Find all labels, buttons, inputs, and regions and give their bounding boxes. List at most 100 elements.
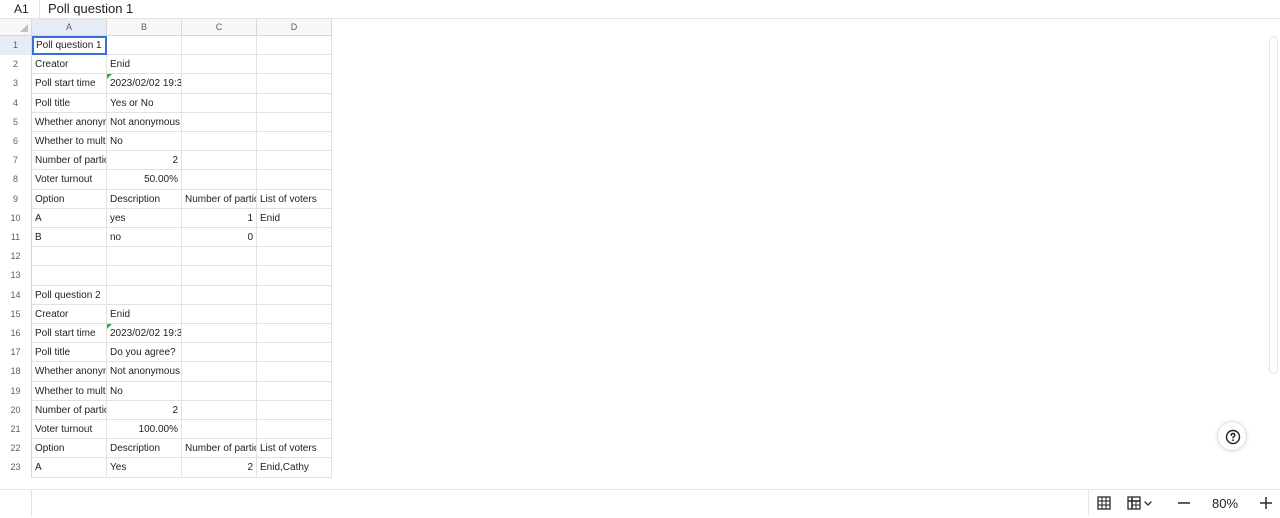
cell-c23[interactable]: 2: [182, 458, 257, 478]
cell-d2[interactable]: [257, 55, 332, 75]
cell-d15[interactable]: [257, 304, 332, 324]
cell-d17[interactable]: [257, 343, 332, 363]
cell-b15[interactable]: Enid: [107, 304, 182, 324]
cell-c8[interactable]: [182, 170, 257, 190]
row-header-7[interactable]: 7: [0, 151, 32, 171]
cell-c3[interactable]: [182, 74, 257, 94]
row-header-12[interactable]: 12: [0, 247, 32, 267]
cell-b22[interactable]: Description: [107, 439, 182, 459]
cell-d14[interactable]: [257, 285, 332, 305]
cell-d9[interactable]: List of voters: [257, 189, 332, 209]
row-header-17[interactable]: 17: [0, 343, 32, 363]
cell-a19[interactable]: Whether to multi: [32, 381, 107, 401]
cell-d6[interactable]: [257, 132, 332, 152]
cell-b3[interactable]: 2023/02/02 19:33:32: [107, 74, 182, 94]
cell-c19[interactable]: [182, 381, 257, 401]
row-header-11[interactable]: 11: [0, 228, 32, 248]
cell-a3[interactable]: Poll start time: [32, 74, 107, 94]
cell-a7[interactable]: Number of partic: [32, 151, 107, 171]
cell-d19[interactable]: [257, 381, 332, 401]
cell-a14[interactable]: Poll question 2: [32, 285, 107, 305]
cell-b11[interactable]: no: [107, 228, 182, 248]
column-header-b[interactable]: B: [107, 19, 182, 36]
cell-d5[interactable]: [257, 112, 332, 132]
help-button[interactable]: [1217, 421, 1247, 451]
cell-c17[interactable]: [182, 343, 257, 363]
cell-a4[interactable]: Poll title: [32, 93, 107, 113]
cell-d11[interactable]: [257, 228, 332, 248]
freeze-panes-icon[interactable]: [1127, 495, 1155, 511]
row-header-10[interactable]: 10: [0, 208, 32, 228]
cell-c18[interactable]: [182, 362, 257, 382]
cell-b9[interactable]: Description: [107, 189, 182, 209]
cell-c13[interactable]: [182, 266, 257, 286]
cell-a8[interactable]: Voter turnout: [32, 170, 107, 190]
cell-a9[interactable]: Option: [32, 189, 107, 209]
cell-d3[interactable]: [257, 74, 332, 94]
row-header-21[interactable]: 21: [0, 420, 32, 440]
cell-a18[interactable]: Whether anonym: [32, 362, 107, 382]
cell-a20[interactable]: Number of partic: [32, 400, 107, 420]
cell-b7[interactable]: 2: [107, 151, 182, 171]
row-header-9[interactable]: 9: [0, 189, 32, 209]
row-header-6[interactable]: 6: [0, 132, 32, 152]
name-box[interactable]: A1: [0, 0, 40, 18]
row-header-5[interactable]: 5: [0, 112, 32, 132]
cell-b19[interactable]: No: [107, 381, 182, 401]
select-all-corner[interactable]: [0, 19, 32, 36]
cell-d8[interactable]: [257, 170, 332, 190]
cell-d4[interactable]: [257, 93, 332, 113]
cell-d10[interactable]: Enid: [257, 208, 332, 228]
cell-c6[interactable]: [182, 132, 257, 152]
row-header-3[interactable]: 3: [0, 74, 32, 94]
zoom-level[interactable]: 80%: [1203, 490, 1247, 516]
row-header-2[interactable]: 2: [0, 55, 32, 75]
row-header-20[interactable]: 20: [0, 400, 32, 420]
cell-a13[interactable]: [32, 266, 107, 286]
cell-a22[interactable]: Option: [32, 439, 107, 459]
cell-b1[interactable]: [107, 36, 182, 56]
formula-input[interactable]: Poll question 1: [48, 0, 133, 18]
cell-b23[interactable]: Yes: [107, 458, 182, 478]
cell-b21[interactable]: 100.00%: [107, 420, 182, 440]
row-header-1[interactable]: 1: [0, 36, 32, 56]
cell-c14[interactable]: [182, 285, 257, 305]
cell-c15[interactable]: [182, 304, 257, 324]
cell-d12[interactable]: [257, 247, 332, 267]
cell-c11[interactable]: 0: [182, 228, 257, 248]
cell-b17[interactable]: Do you agree?: [107, 343, 182, 363]
row-header-16[interactable]: 16: [0, 324, 32, 344]
cell-d22[interactable]: List of voters: [257, 439, 332, 459]
cell-d13[interactable]: [257, 266, 332, 286]
cell-c2[interactable]: [182, 55, 257, 75]
cell-a12[interactable]: [32, 247, 107, 267]
cell-b20[interactable]: 2: [107, 400, 182, 420]
cell-d21[interactable]: [257, 420, 332, 440]
cell-c16[interactable]: [182, 324, 257, 344]
cell-c22[interactable]: Number of partic: [182, 439, 257, 459]
row-header-15[interactable]: 15: [0, 304, 32, 324]
cell-a21[interactable]: Voter turnout: [32, 420, 107, 440]
vertical-scrollbar-thumb[interactable]: [1269, 36, 1278, 374]
cell-c1[interactable]: [182, 36, 257, 56]
grid-icon[interactable]: [1097, 495, 1111, 511]
row-header-13[interactable]: 13: [0, 266, 32, 286]
cell-c4[interactable]: [182, 93, 257, 113]
cell-a1[interactable]: Poll question 1: [32, 36, 107, 56]
cell-b4[interactable]: Yes or No: [107, 93, 182, 113]
row-header-4[interactable]: 4: [0, 93, 32, 113]
cell-c9[interactable]: Number of partic: [182, 189, 257, 209]
cell-a6[interactable]: Whether to multi: [32, 132, 107, 152]
cell-a2[interactable]: Creator: [32, 55, 107, 75]
row-header-8[interactable]: 8: [0, 170, 32, 190]
cell-b10[interactable]: yes: [107, 208, 182, 228]
cell-d7[interactable]: [257, 151, 332, 171]
cell-b12[interactable]: [107, 247, 182, 267]
row-header-19[interactable]: 19: [0, 381, 32, 401]
cell-d18[interactable]: [257, 362, 332, 382]
cell-d16[interactable]: [257, 324, 332, 344]
cell-a16[interactable]: Poll start time: [32, 324, 107, 344]
cell-c20[interactable]: [182, 400, 257, 420]
cell-a23[interactable]: A: [32, 458, 107, 478]
plus-icon[interactable]: [1259, 495, 1273, 511]
